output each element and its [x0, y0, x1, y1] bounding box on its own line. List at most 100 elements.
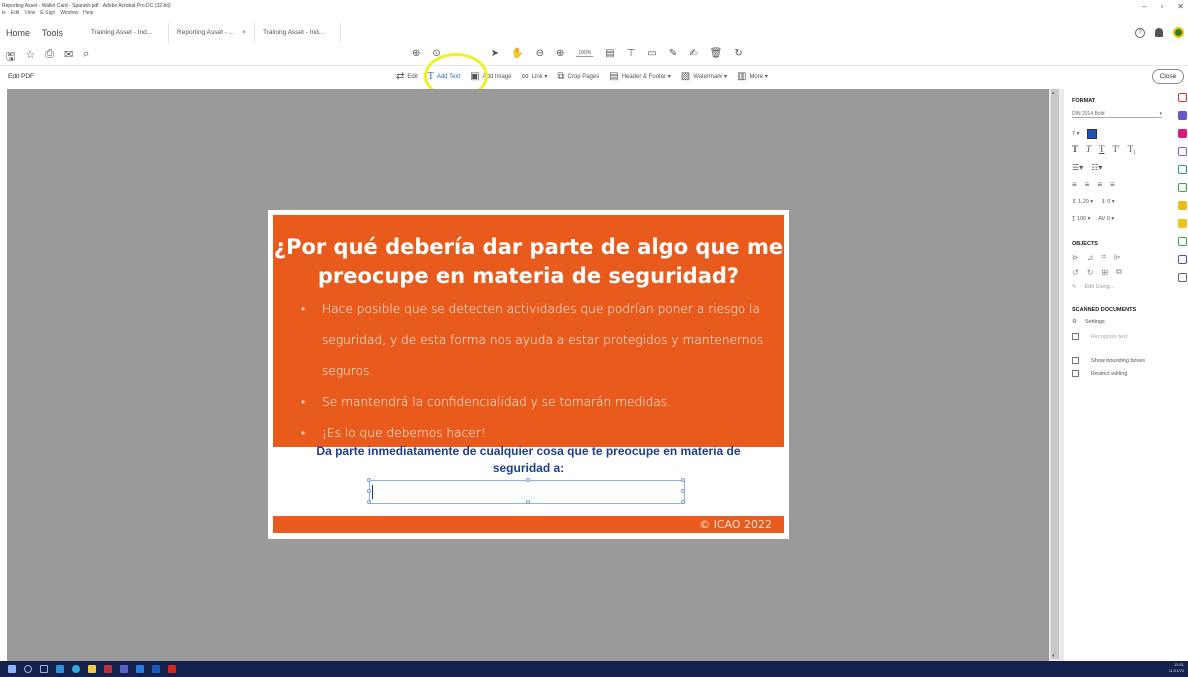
- settings-button[interactable]: ⚙ Settings: [1072, 319, 1105, 325]
- vertical-scrollbar[interactable]: ▴ ▾: [1049, 89, 1064, 661]
- italic-icon[interactable]: T: [1086, 144, 1091, 154]
- resize-handle[interactable]: [526, 500, 530, 504]
- edit-tool-button[interactable]: ⇄ Edit: [396, 71, 418, 82]
- replace-image-icon[interactable]: ⊞: [1101, 268, 1108, 277]
- numbered-list-icon[interactable]: ☷▾: [1091, 163, 1102, 172]
- start-icon[interactable]: [8, 665, 16, 673]
- doc-tab-reporting[interactable]: Reporting Asset - ... ×: [169, 23, 256, 43]
- zoom-out-icon[interactable]: ⊖: [536, 48, 544, 59]
- bookmark-icon[interactable]: ☆: [25, 48, 35, 67]
- print-icon[interactable]: ⎙: [45, 48, 54, 67]
- zoom-select[interactable]: 100%: [576, 50, 594, 57]
- resize-handle[interactable]: [681, 489, 685, 493]
- maximize-button[interactable]: ▫: [1160, 2, 1163, 11]
- new-text-box[interactable]: [367, 478, 685, 504]
- doc-tab-training-2[interactable]: Training Asset - Ind...: [255, 23, 342, 43]
- underline-icon[interactable]: T: [1099, 144, 1105, 154]
- menu-view[interactable]: View: [25, 10, 36, 16]
- subscript-icon[interactable]: T₁: [1128, 144, 1137, 154]
- crop-pages-button[interactable]: ⧉ Crop Pages: [557, 71, 599, 82]
- font-size-select[interactable]: 7 ▾: [1072, 131, 1079, 137]
- sign-icon[interactable]: ✍: [689, 48, 697, 59]
- list-item[interactable]: • Hace posible que se detecten actividad…: [298, 297, 778, 383]
- tab-tools[interactable]: Tools: [36, 23, 69, 43]
- resize-handle[interactable]: [367, 500, 371, 504]
- tracking-select[interactable]: AV 0 ▾: [1098, 216, 1114, 222]
- arrange-icon[interactable]: ⧉: [1116, 267, 1122, 277]
- select-icon[interactable]: ➤: [491, 48, 499, 59]
- resize-handle[interactable]: [526, 478, 530, 482]
- align-center-icon[interactable]: ≡: [1085, 180, 1090, 189]
- resize-handle[interactable]: [681, 500, 685, 504]
- scroll-mode-icon[interactable]: ⊤: [627, 48, 636, 59]
- flip-vertical-icon[interactable]: ⊿: [1087, 253, 1094, 262]
- line-spacing-select[interactable]: ⇕ 1.20 ▾: [1072, 199, 1093, 205]
- minimize-button[interactable]: –: [1142, 2, 1146, 11]
- scale-select[interactable]: T̲ 100 ▾: [1072, 216, 1090, 222]
- resize-handle[interactable]: [367, 478, 371, 482]
- close-tab-icon[interactable]: ×: [242, 29, 246, 36]
- menu-window[interactable]: Window: [60, 10, 78, 16]
- email-icon[interactable]: ✉: [64, 48, 73, 67]
- zoom-in-icon[interactable]: ⊕: [556, 48, 564, 59]
- rotate-ccw-icon[interactable]: ↺: [1072, 268, 1079, 277]
- justify-icon[interactable]: ≡: [1110, 180, 1115, 189]
- restrict-editing-checkbox[interactable]: Restrict editing: [1072, 370, 1127, 377]
- save-icon[interactable]: 🖫: [6, 48, 15, 67]
- hand-icon[interactable]: ✋: [511, 48, 523, 59]
- bold-icon[interactable]: T: [1072, 144, 1078, 154]
- protect-icon[interactable]: [1178, 255, 1187, 264]
- comment-bubble-icon[interactable]: [1178, 219, 1187, 228]
- edit-pdf-icon[interactable]: [1178, 129, 1187, 138]
- file-explorer-icon[interactable]: [88, 665, 96, 673]
- outlook-icon[interactable]: [56, 665, 64, 673]
- indesign-icon[interactable]: [104, 665, 112, 673]
- search-taskbar-icon[interactable]: [24, 665, 32, 673]
- edge-icon[interactable]: [72, 665, 80, 673]
- close-window-button[interactable]: ✕: [1177, 2, 1184, 11]
- rotate-cw-icon[interactable]: ↻: [1087, 268, 1094, 277]
- align-objects-icon[interactable]: ⊫: [1114, 253, 1121, 262]
- acrobat-icon[interactable]: [168, 665, 176, 673]
- show-bounding-boxes-checkbox[interactable]: Show bounding boxes: [1072, 357, 1145, 364]
- organize-pages-icon[interactable]: [1178, 183, 1187, 192]
- menu-file[interactable]: le: [2, 10, 6, 16]
- scroll-down-icon[interactable]: ▾: [1052, 653, 1055, 659]
- comment-tool-icon[interactable]: [1178, 147, 1187, 156]
- list-item[interactable]: • Se mantendrá la confidencialidad y se …: [298, 390, 778, 414]
- task-view-icon[interactable]: [40, 665, 48, 673]
- align-right-icon[interactable]: ≡: [1097, 180, 1102, 189]
- scan-icon[interactable]: [1178, 237, 1187, 246]
- close-edit-button[interactable]: Close: [1152, 69, 1184, 84]
- avatar[interactable]: [1173, 27, 1184, 38]
- word-icon[interactable]: [152, 665, 160, 673]
- edit-using-select[interactable]: ✎ Edit Using...: [1072, 284, 1114, 290]
- prev-page-icon[interactable]: ⊕: [412, 48, 420, 59]
- more-tools-icon[interactable]: [1178, 273, 1187, 282]
- scrollbar-thumb[interactable]: [1051, 89, 1059, 659]
- bullet-list-icon[interactable]: ☰▾: [1072, 163, 1083, 172]
- fill-sign-icon[interactable]: [1178, 201, 1187, 210]
- page-display-icon[interactable]: ▤: [605, 48, 614, 59]
- recognize-text-checkbox[interactable]: Recognize text: [1072, 333, 1127, 340]
- watermark-button[interactable]: ▧ Watermark ▾: [681, 71, 727, 82]
- link-button[interactable]: ∞ Link ▾: [522, 71, 548, 82]
- notifications-icon[interactable]: [1155, 28, 1163, 37]
- superscript-icon[interactable]: T': [1113, 144, 1120, 154]
- crop-object-icon[interactable]: ⌗: [1101, 252, 1106, 262]
- help-icon[interactable]: ?: [1135, 27, 1145, 38]
- more-button[interactable]: ▥ More ▾: [737, 71, 768, 82]
- menu-esign[interactable]: E-Sign: [40, 10, 55, 16]
- teams-icon[interactable]: [120, 665, 128, 673]
- flip-icon[interactable]: ⊳: [1072, 253, 1079, 262]
- search-icon[interactable]: ⌕: [83, 48, 89, 67]
- resize-handle[interactable]: [681, 478, 685, 482]
- rotate-icon[interactable]: ↻: [734, 48, 742, 59]
- scroll-up-icon[interactable]: ▴: [1052, 90, 1055, 96]
- paragraph-spacing-select[interactable]: ⇕ 0 ▾: [1101, 199, 1115, 205]
- slide-headline[interactable]: ¿Por qué debería dar parte de algo que m…: [273, 233, 784, 291]
- menu-edit[interactable]: Edit: [11, 10, 20, 16]
- combine-files-icon[interactable]: [1178, 111, 1187, 120]
- tab-home[interactable]: Home: [0, 23, 36, 43]
- resize-handle[interactable]: [367, 489, 371, 493]
